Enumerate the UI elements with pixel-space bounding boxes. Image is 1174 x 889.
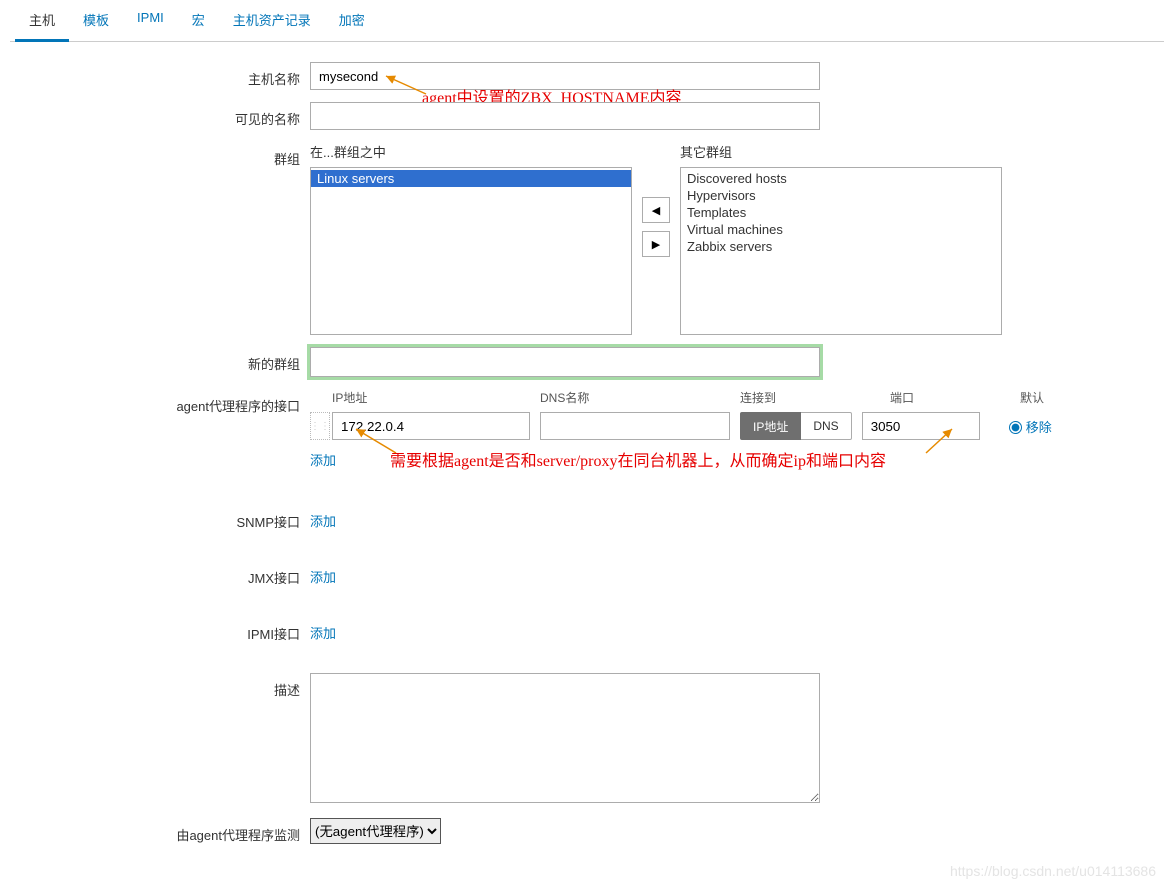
triangle-left-icon: ◀	[652, 204, 660, 217]
connect-ip-button[interactable]: IP地址	[740, 412, 801, 440]
label-ipmi-iface: IPMI接口	[10, 617, 310, 643]
visible-name-input[interactable]	[310, 102, 820, 130]
header-dns: DNS名称	[540, 389, 740, 406]
default-iface-radio[interactable]	[1009, 421, 1022, 434]
watermark: https://blog.csdn.net/u014113686	[950, 863, 1156, 879]
tab-inventory[interactable]: 主机资产记录	[219, 0, 325, 42]
label-jmx-iface: JMX接口	[10, 561, 310, 587]
proxy-select[interactable]: (无agent代理程序)	[310, 818, 441, 844]
agent-port-input[interactable]	[862, 412, 980, 440]
label-other-groups: 其它群组	[680, 142, 1002, 161]
label-snmp-iface: SNMP接口	[10, 505, 310, 531]
description-textarea[interactable]	[310, 673, 820, 803]
tab-encryption[interactable]: 加密	[325, 0, 379, 42]
other-groups-listbox[interactable]: Discovered hosts Hypervisors Templates V…	[680, 167, 1002, 335]
list-item[interactable]: Virtual machines	[681, 221, 1001, 238]
header-connect: 连接到	[740, 389, 890, 406]
agent-ip-input[interactable]	[332, 412, 530, 440]
list-item[interactable]: Linux servers	[311, 170, 631, 187]
tab-ipmi[interactable]: IPMI	[123, 0, 178, 42]
tab-host[interactable]: 主机	[15, 0, 69, 42]
header-default: 默认	[1020, 389, 1080, 406]
add-agent-iface-link[interactable]: 添加	[310, 450, 336, 469]
new-group-input[interactable]	[310, 347, 820, 377]
label-groups: 群组	[10, 142, 310, 168]
list-item[interactable]: Discovered hosts	[681, 170, 1001, 187]
list-item[interactable]: Hypervisors	[681, 187, 1001, 204]
drag-handle-icon[interactable]: ⋮⋮	[310, 412, 330, 440]
triangle-right-icon: ▶	[652, 238, 660, 251]
add-ipmi-iface-link[interactable]: 添加	[310, 623, 336, 642]
label-agent-iface: agent代理程序的接口	[10, 389, 310, 415]
connect-dns-button[interactable]: DNS	[801, 412, 851, 440]
label-hostname: 主机名称	[10, 62, 310, 88]
list-item[interactable]: Zabbix servers	[681, 238, 1001, 255]
header-port: 端口	[890, 389, 1020, 406]
add-snmp-iface-link[interactable]: 添加	[310, 511, 336, 530]
add-jmx-iface-link[interactable]: 添加	[310, 567, 336, 586]
tabs-bar: 主机 模板 IPMI 宏 主机资产记录 加密	[10, 0, 1164, 42]
remove-iface-link[interactable]: 移除	[1026, 417, 1052, 436]
label-new-group: 新的群组	[10, 347, 310, 373]
list-item[interactable]: Templates	[681, 204, 1001, 221]
tab-templates[interactable]: 模板	[69, 0, 123, 42]
label-monitored-by: 由agent代理程序监测	[10, 818, 310, 844]
agent-dns-input[interactable]	[540, 412, 730, 440]
annotation-iface: 需要根据agent是否和server/proxy在同台机器上，从而确定ip和端口…	[390, 447, 886, 471]
tab-macros[interactable]: 宏	[178, 0, 219, 42]
label-visible-name: 可见的名称	[10, 102, 310, 128]
move-right-button[interactable]: ▶	[642, 231, 670, 257]
label-description: 描述	[10, 673, 310, 699]
header-ip: IP地址	[332, 389, 540, 406]
move-left-button[interactable]: ◀	[642, 197, 670, 223]
hostname-input[interactable]	[310, 62, 820, 90]
in-groups-listbox[interactable]: Linux servers	[310, 167, 632, 335]
label-in-groups: 在...群组之中	[310, 142, 632, 161]
connect-to-toggle: IP地址 DNS	[740, 412, 852, 440]
